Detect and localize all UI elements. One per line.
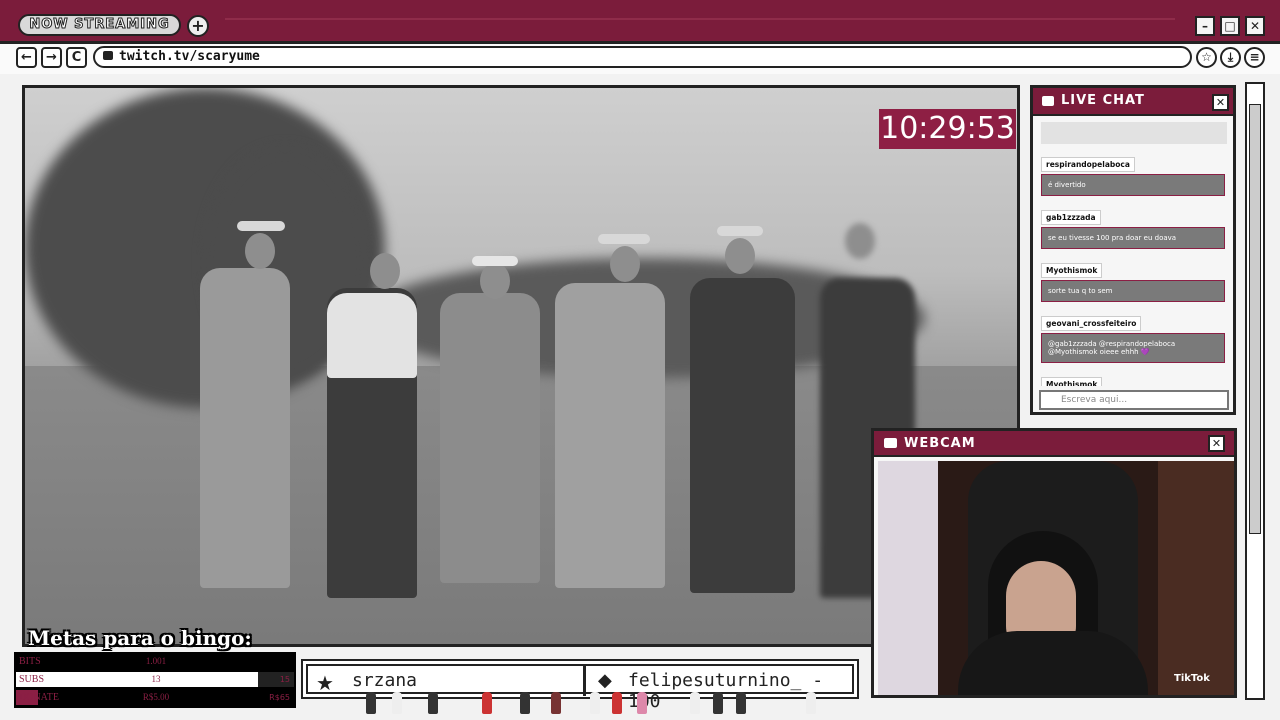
viewer-sprite	[428, 692, 438, 714]
chat-text: é divertido	[1041, 174, 1225, 196]
scrollbar-thumb[interactable]	[1249, 104, 1261, 534]
webcam-header: WEBCAM ✕	[874, 431, 1234, 457]
viewer-sprite	[482, 692, 492, 714]
chat-message-faded	[1041, 122, 1227, 144]
video-figure-hat	[717, 226, 763, 236]
minimize-button[interactable]: –	[1195, 16, 1215, 36]
webcam-background-left	[878, 461, 938, 695]
live-chat-panel: LIVE CHAT ✕ respirandopelaboca é diverti…	[1030, 85, 1236, 415]
chat-message: Myothismok sorte tua q to sem	[1041, 258, 1227, 302]
video-figure	[440, 293, 540, 583]
chat-bubble-icon	[1042, 96, 1054, 106]
chat-title: LIVE CHAT	[1061, 93, 1145, 108]
diamond-icon: ◆	[598, 670, 612, 691]
star-icon: ★	[316, 671, 334, 695]
ticker-inner: ★ srzana ◆ felipesuturnino_ - 100	[306, 664, 854, 712]
video-figure-head	[845, 223, 875, 259]
viewer-sprite	[590, 692, 600, 714]
chat-username[interactable]: Myothismok	[1041, 377, 1103, 386]
video-figure-head	[245, 233, 275, 269]
chat-message: respirandopelaboca é divertido	[1041, 152, 1227, 196]
goal-bar	[16, 654, 247, 669]
chat-close-button[interactable]: ✕	[1212, 94, 1229, 111]
webcam-background-right	[1158, 461, 1234, 695]
tiktok-logo: TikTok	[1174, 673, 1210, 684]
goal-value: R$5.00	[142, 692, 170, 702]
lock-icon	[103, 51, 113, 60]
video-figure-head	[610, 246, 640, 282]
chat-username[interactable]: geovani_crossfeiteiro	[1041, 316, 1142, 331]
video-figure-hat	[472, 256, 518, 266]
bingo-title: Metas para o bingo:	[28, 626, 252, 650]
viewer-sprite	[637, 692, 647, 714]
chat-header: LIVE CHAT ✕	[1033, 88, 1233, 116]
event-ticker: ★ srzana ◆ felipesuturnino_ - 100	[301, 659, 859, 712]
url-text: twitch.tv/scaryume	[119, 49, 260, 64]
video-figure-shirt	[327, 293, 417, 378]
goal-value: 13	[151, 674, 161, 684]
webcam-panel: WEBCAM ✕ TikTok	[871, 428, 1237, 698]
chat-message: Myothismok ola	[1041, 372, 1227, 386]
viewer-sprite	[520, 692, 530, 714]
close-window-button[interactable]: ✕	[1245, 16, 1265, 36]
chat-username[interactable]: respirandopelaboca	[1041, 157, 1135, 172]
goal-subs: SUBS 13 15	[16, 672, 294, 687]
viewer-sprite	[366, 692, 376, 714]
stream-clock: 10:29:53	[879, 109, 1016, 149]
viewer-sprite	[612, 692, 622, 714]
webcam-video: TikTok	[878, 461, 1234, 695]
video-figure-head	[370, 253, 400, 289]
webcam-close-button[interactable]: ✕	[1208, 435, 1225, 452]
ticker-divider	[583, 666, 586, 696]
goal-label: BITS	[19, 656, 41, 667]
camera-icon	[884, 438, 897, 448]
reload-button[interactable]: C	[66, 47, 87, 68]
video-figure-hat	[598, 234, 650, 244]
video-figure	[555, 283, 665, 588]
video-figure	[200, 268, 290, 588]
back-button[interactable]: ←	[16, 47, 37, 68]
bingo-goals: BITS 1.001 (1.200) SUBS 13 15 DONATE R$5…	[14, 652, 296, 708]
chat-messages[interactable]: respirandopelaboca é divertido gab1zzzad…	[1041, 122, 1227, 386]
video-figure-head	[725, 238, 755, 274]
goal-donate: DONATE R$5.00 R$65	[16, 690, 294, 705]
webcam-title: WEBCAM	[904, 436, 976, 451]
title-divider	[225, 18, 1175, 20]
viewer-sprite	[713, 692, 723, 714]
goal-label: SUBS	[19, 674, 45, 685]
chat-username[interactable]: Myothismok	[1041, 263, 1103, 278]
url-field[interactable]: twitch.tv/scaryume	[93, 46, 1192, 68]
forward-button[interactable]: →	[41, 47, 62, 68]
viewer-sprite	[690, 692, 700, 714]
viewer-sprite	[392, 692, 402, 714]
webcam-body	[958, 631, 1148, 695]
chat-message: gab1zzzada se eu tivesse 100 pra doar eu…	[1041, 205, 1227, 249]
chat-input[interactable]: Escreva aqui...	[1039, 390, 1229, 410]
viewer-sprite	[806, 692, 816, 714]
menu-icon[interactable]: ≡	[1244, 47, 1265, 68]
maximize-button[interactable]: □	[1220, 16, 1240, 36]
download-icon[interactable]: ⤓	[1220, 47, 1241, 68]
bookmark-icon[interactable]: ☆	[1196, 47, 1217, 68]
ticker-name-1: srzana	[352, 670, 418, 691]
chat-text: se eu tivesse 100 pra doar eu doava	[1041, 227, 1225, 249]
goal-label: DONATE	[19, 692, 59, 703]
video-figure-hat	[237, 221, 285, 231]
chat-text: sorte tua q to sem	[1041, 280, 1225, 302]
viewer-sprite	[736, 692, 746, 714]
video-figure	[690, 278, 795, 593]
chat-username[interactable]: gab1zzzada	[1041, 210, 1101, 225]
goal-max: R$65	[269, 693, 290, 702]
goal-max: 15	[279, 675, 290, 684]
now-streaming-button[interactable]: NOW STREAMING	[18, 14, 181, 36]
plus-icon[interactable]: +	[187, 15, 209, 37]
goal-bits: BITS 1.001 (1.200)	[16, 654, 294, 681]
chat-message: geovani_crossfeiteiro @gab1zzzada @respi…	[1041, 311, 1227, 363]
chat-text: @gab1zzzada @respirandopelaboca @Myothis…	[1041, 333, 1225, 363]
viewer-sprite	[551, 692, 561, 714]
video-figure-head	[480, 263, 510, 299]
